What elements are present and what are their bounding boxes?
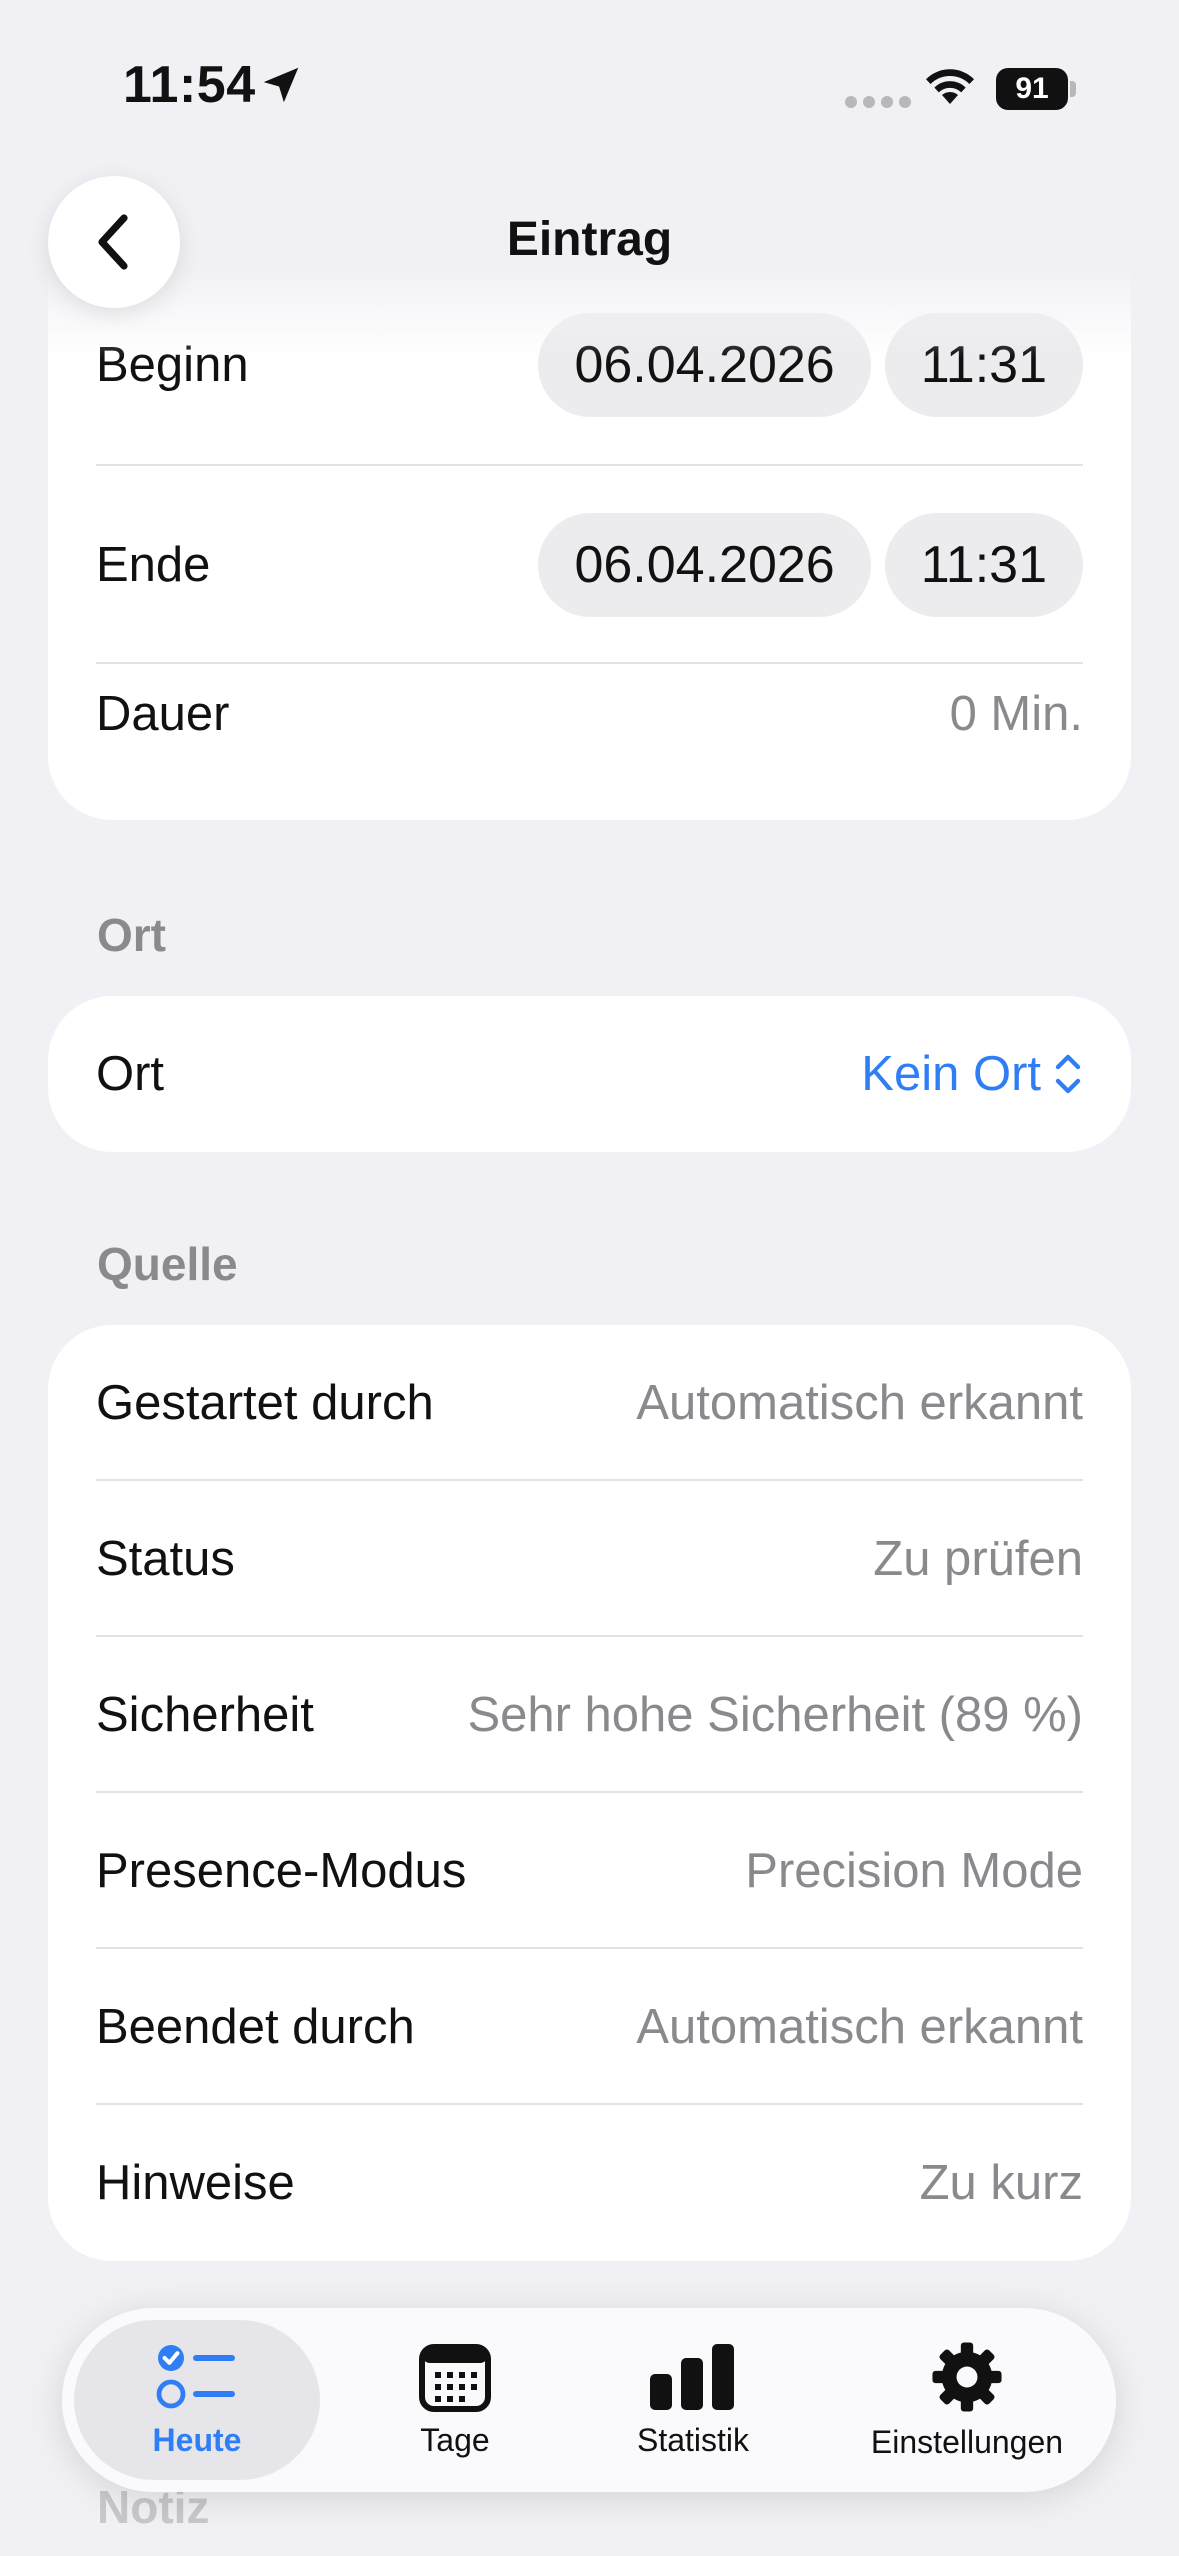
source-row: Gestartet durch Automatisch erkannt — [96, 1325, 1083, 1481]
battery-percentage: 91 — [1015, 72, 1049, 105]
source-card: Gestartet durch Automatisch erkannt Stat… — [48, 1325, 1131, 2261]
bar-chart-icon — [650, 2343, 734, 2410]
source-row-label: Gestartet durch — [96, 1376, 434, 1430]
place-label: Ort — [96, 1047, 165, 1101]
source-row-label: Beendet durch — [96, 2000, 415, 2054]
end-row: Ende 06.04.2026 11:31 — [96, 513, 1083, 617]
source-row-label: Hinweise — [96, 2156, 295, 2210]
cellular-signal-icon — [845, 96, 911, 108]
source-row: Presence-Modus Precision Mode — [96, 1793, 1083, 1949]
place-value: Kein Ort — [861, 1047, 1041, 1101]
wifi-icon — [926, 69, 974, 104]
checklist-icon — [156, 2344, 235, 2408]
status-time: 11:54 — [123, 56, 256, 114]
tab-bar: Heute Tage Statistik Einstellungen — [62, 2308, 1116, 2492]
source-row-label: Presence-Modus — [96, 1844, 467, 1898]
source-row-value: Zu kurz — [919, 2156, 1083, 2210]
duration-row: Dauer 0 Min. — [96, 664, 1083, 764]
source-row-value: Sehr hohe Sicherheit (89 %) — [467, 1688, 1083, 1742]
source-row-value: Automatisch erkannt — [636, 2000, 1083, 2054]
calendar-icon — [419, 2343, 491, 2412]
end-label: Ende — [96, 538, 211, 592]
duration-value: 0 Min. — [949, 687, 1083, 741]
tab-heute[interactable]: Heute — [74, 2320, 320, 2480]
status-bar: 11:54 91 — [0, 0, 1179, 170]
battery-icon: 91 — [996, 68, 1076, 110]
source-row: Beendet durch Automatisch erkannt — [96, 1949, 1083, 2105]
scroll-fade — [48, 268, 1131, 358]
tab-einstellungen[interactable]: Einstellungen — [832, 2320, 1102, 2480]
source-row: Status Zu prüfen — [96, 1481, 1083, 1637]
tab-label: Tage — [420, 2421, 490, 2458]
tab-tage[interactable]: Tage — [362, 2320, 548, 2480]
page-title: Eintrag — [506, 213, 673, 266]
source-row: Hinweise Zu kurz — [96, 2105, 1083, 2261]
tab-label: Statistik — [636, 2421, 750, 2458]
tab-statistik[interactable]: Statistik — [578, 2320, 808, 2480]
duration-label: Dauer — [96, 687, 230, 741]
tab-label: Heute — [152, 2421, 242, 2458]
screen: 11:54 91 Beginn 06.04.2026 11:31 Ende 06… — [0, 0, 1179, 2556]
tab-label: Einstellungen — [870, 2423, 1064, 2460]
location-arrow-icon — [263, 67, 299, 103]
source-row-label: Status — [96, 1532, 235, 1586]
source-row-value: Precision Mode — [745, 1844, 1083, 1898]
source-row: Sicherheit Sehr hohe Sicherheit (89 %) — [96, 1637, 1083, 1793]
source-row-value: Automatisch erkannt — [636, 1376, 1083, 1430]
place-row[interactable]: Ort Kein Ort — [96, 996, 1083, 1152]
place-card: Ort Kein Ort — [48, 996, 1131, 1152]
gear-icon — [932, 2341, 1002, 2412]
end-time-button[interactable]: 11:31 — [884, 513, 1083, 617]
section-header-source: Quelle — [97, 1238, 238, 1290]
source-row-value: Zu prüfen — [873, 1532, 1083, 1586]
divider — [96, 464, 1083, 466]
end-date-button[interactable]: 06.04.2026 — [538, 513, 871, 617]
place-picker[interactable]: Kein Ort — [861, 1046, 1083, 1102]
chevron-up-down-icon — [1055, 1054, 1081, 1094]
section-header-place: Ort — [97, 909, 166, 961]
source-row-label: Sicherheit — [96, 1688, 314, 1742]
